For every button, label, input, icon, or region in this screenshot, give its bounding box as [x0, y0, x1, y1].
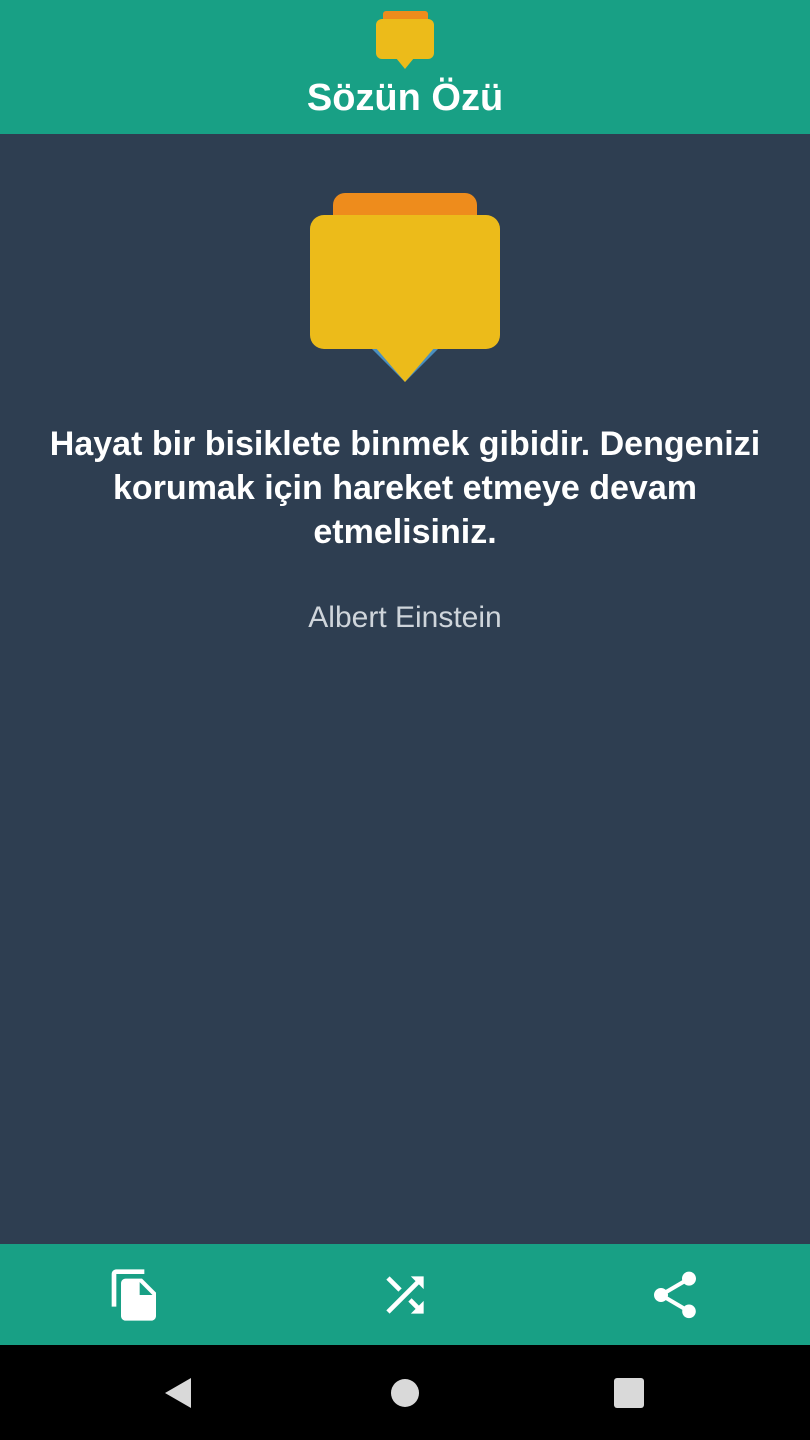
- speech-bubble-icon: [376, 11, 434, 69]
- copy-button[interactable]: [0, 1244, 270, 1345]
- system-navigation-bar: [0, 1345, 810, 1440]
- share-button[interactable]: [540, 1244, 810, 1345]
- quote-text: Hayat bir bisiklete binmek gibidir. Deng…: [49, 425, 761, 551]
- share-icon: [654, 1271, 696, 1318]
- app-header: Sözün Özü: [0, 0, 810, 134]
- home-icon: [391, 1378, 419, 1407]
- back-icon: [165, 1377, 191, 1408]
- app-title: Sözün Özü: [306, 77, 504, 119]
- shuffle-button[interactable]: [270, 1244, 540, 1345]
- copy-icon: [111, 1268, 156, 1321]
- quote-author: Albert Einstein: [308, 601, 502, 634]
- speech-bubble-icon: [310, 193, 500, 382]
- action-bar: [0, 1244, 810, 1345]
- recents-icon: [614, 1377, 644, 1408]
- quote-view: Hayat bir bisiklete binmek gibidir. Deng…: [0, 134, 810, 1244]
- recents-button[interactable]: [494, 1345, 764, 1440]
- shuffle-icon: [386, 1275, 424, 1314]
